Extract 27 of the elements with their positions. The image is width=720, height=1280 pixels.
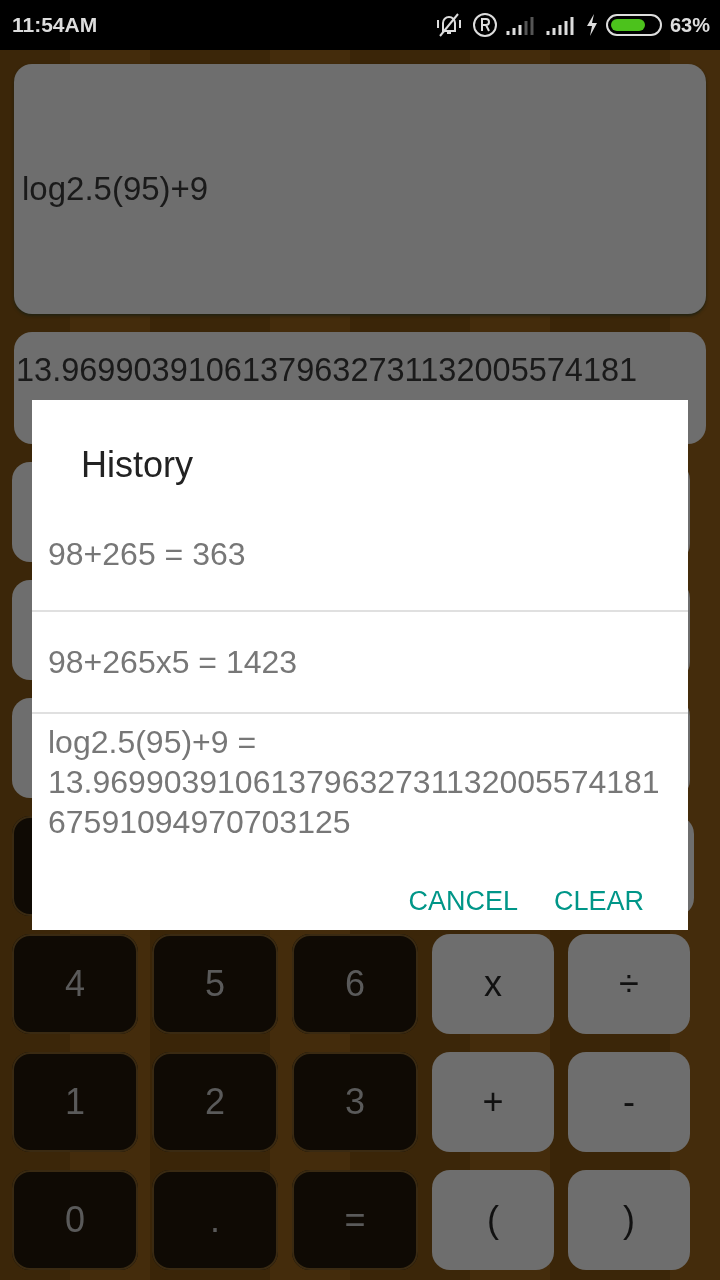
calculator-key[interactable]: . bbox=[152, 1170, 278, 1270]
dialog-button[interactable]: CANCEL bbox=[398, 880, 528, 923]
battery-percent: 63% bbox=[669, 13, 710, 37]
history-entry[interactable]: 98+265 = 363 bbox=[32, 512, 688, 610]
history-entry[interactable]: 98+265x5 = 1423 bbox=[32, 610, 688, 712]
charging-icon bbox=[585, 13, 598, 37]
clock: 11:54AM bbox=[12, 13, 98, 37]
battery-icon bbox=[605, 13, 662, 37]
calculator-key[interactable]: ÷ bbox=[568, 934, 690, 1034]
calculator-key[interactable]: 2 bbox=[152, 1052, 278, 1152]
calculator-key[interactable]: ) bbox=[568, 1170, 690, 1270]
calculator-key[interactable]: 4 bbox=[12, 934, 138, 1034]
calculator-key[interactable]: - bbox=[568, 1052, 690, 1152]
calculator-key[interactable]: = bbox=[292, 1170, 418, 1270]
history-entry[interactable]: log2.5(95)+9 = 13.9699039106137963273113200557418167591094970703125 bbox=[32, 712, 688, 852]
calculator-key[interactable]: 0 bbox=[12, 1170, 138, 1270]
calculator-key[interactable]: 3 bbox=[292, 1052, 418, 1152]
registered-icon bbox=[471, 12, 498, 38]
calculator-key[interactable]: 6 bbox=[292, 934, 418, 1034]
calculator-key[interactable]: ( bbox=[432, 1170, 554, 1270]
calculator-key[interactable]: 5 bbox=[152, 934, 278, 1034]
expression-display: log2.5(95)+9 bbox=[14, 64, 706, 314]
calculator-key[interactable]: x bbox=[432, 934, 554, 1034]
calculator-key[interactable]: 1 bbox=[12, 1052, 138, 1152]
calculator-key[interactable]: + bbox=[432, 1052, 554, 1152]
dialog-title: History bbox=[80, 443, 194, 487]
dialog-button[interactable]: CLEAR bbox=[543, 880, 654, 923]
